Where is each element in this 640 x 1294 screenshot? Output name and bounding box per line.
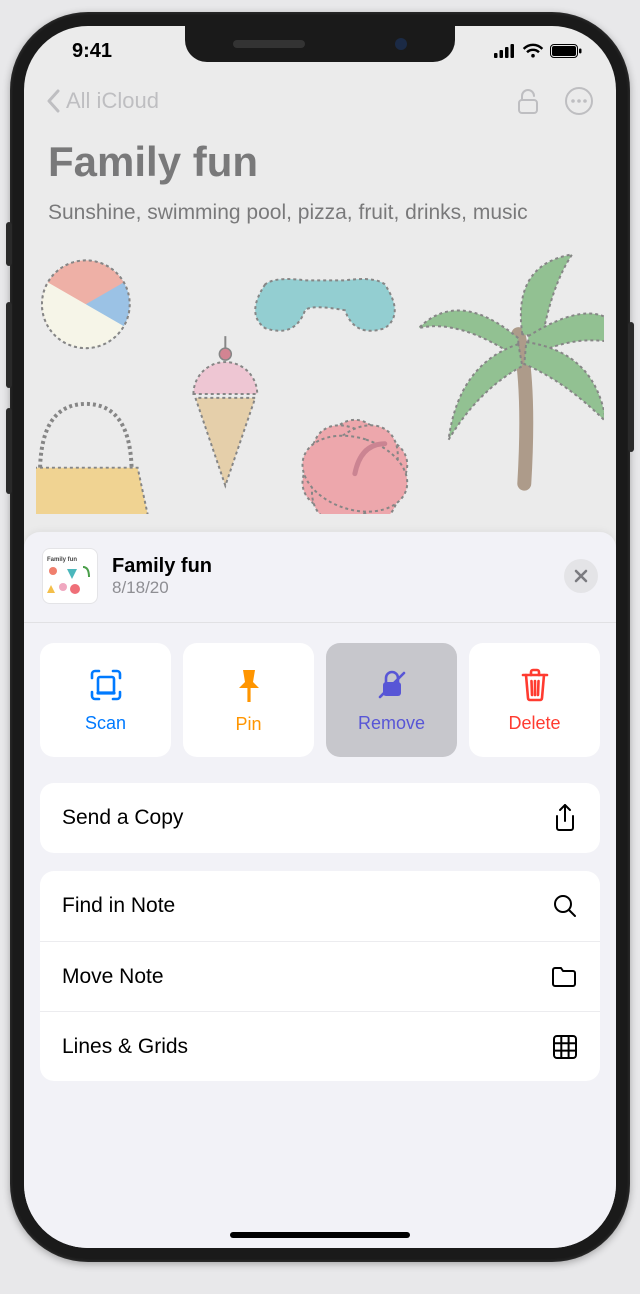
close-icon bbox=[573, 568, 589, 584]
note-illustrations bbox=[36, 244, 604, 514]
pin-button[interactable]: Pin bbox=[183, 643, 314, 757]
pin-label: Pin bbox=[235, 714, 261, 735]
unlock-icon[interactable] bbox=[514, 87, 542, 115]
home-indicator[interactable] bbox=[230, 1232, 410, 1238]
trash-icon bbox=[519, 667, 551, 703]
back-label: All iCloud bbox=[66, 88, 159, 114]
row-group-more: Find in Note Move Note Lines & Grids bbox=[40, 871, 600, 1081]
grid-icon bbox=[552, 1034, 578, 1060]
action-tiles: Scan Pin Remove bbox=[24, 623, 616, 765]
remove-label: Remove bbox=[358, 713, 425, 734]
scan-button[interactable]: Scan bbox=[40, 643, 171, 757]
send-copy-label: Send a Copy bbox=[62, 806, 183, 830]
move-note-row[interactable]: Move Note bbox=[40, 941, 600, 1011]
row-group-send: Send a Copy bbox=[40, 783, 600, 853]
sheet-header: Family fun Family fun 8/18/20 bbox=[24, 532, 616, 623]
lock-slash-icon bbox=[374, 667, 410, 703]
find-label: Find in Note bbox=[62, 894, 175, 918]
lines-grids-row[interactable]: Lines & Grids bbox=[40, 1011, 600, 1081]
phone-frame: 9:41 All iCloud bbox=[10, 12, 630, 1262]
cellular-icon bbox=[494, 44, 516, 58]
status-time: 9:41 bbox=[72, 40, 112, 63]
note-body: Sunshine, swimming pool, pizza, fruit, d… bbox=[24, 198, 616, 244]
more-icon[interactable] bbox=[564, 86, 594, 116]
delete-button[interactable]: Delete bbox=[469, 643, 600, 757]
lines-label: Lines & Grids bbox=[62, 1035, 188, 1059]
action-sheet: Family fun Family fun 8/18/20 bbox=[24, 532, 616, 1248]
sheet-title: Family fun bbox=[112, 555, 212, 578]
search-icon bbox=[552, 893, 578, 919]
send-copy-row[interactable]: Send a Copy bbox=[40, 783, 600, 853]
chevron-left-icon bbox=[46, 89, 62, 113]
share-icon bbox=[552, 803, 578, 833]
wifi-icon bbox=[522, 43, 544, 59]
scan-icon bbox=[88, 667, 124, 703]
move-label: Move Note bbox=[62, 965, 164, 989]
delete-label: Delete bbox=[508, 713, 560, 734]
battery-icon bbox=[550, 44, 582, 58]
sheet-date: 8/18/20 bbox=[112, 578, 212, 598]
note-thumbnail: Family fun bbox=[42, 548, 98, 604]
scan-label: Scan bbox=[85, 713, 126, 734]
back-button[interactable]: All iCloud bbox=[46, 88, 159, 114]
folder-icon bbox=[550, 965, 578, 989]
close-button[interactable] bbox=[564, 559, 598, 593]
note-background-dimmed: All iCloud Family fun Sunshine, swimming… bbox=[24, 76, 616, 514]
nav-bar: All iCloud bbox=[24, 76, 616, 122]
remove-button[interactable]: Remove bbox=[326, 643, 457, 757]
pin-icon bbox=[232, 666, 266, 704]
screen: 9:41 All iCloud bbox=[24, 26, 616, 1248]
find-in-note-row[interactable]: Find in Note bbox=[40, 871, 600, 941]
note-title: Family fun bbox=[24, 122, 616, 198]
